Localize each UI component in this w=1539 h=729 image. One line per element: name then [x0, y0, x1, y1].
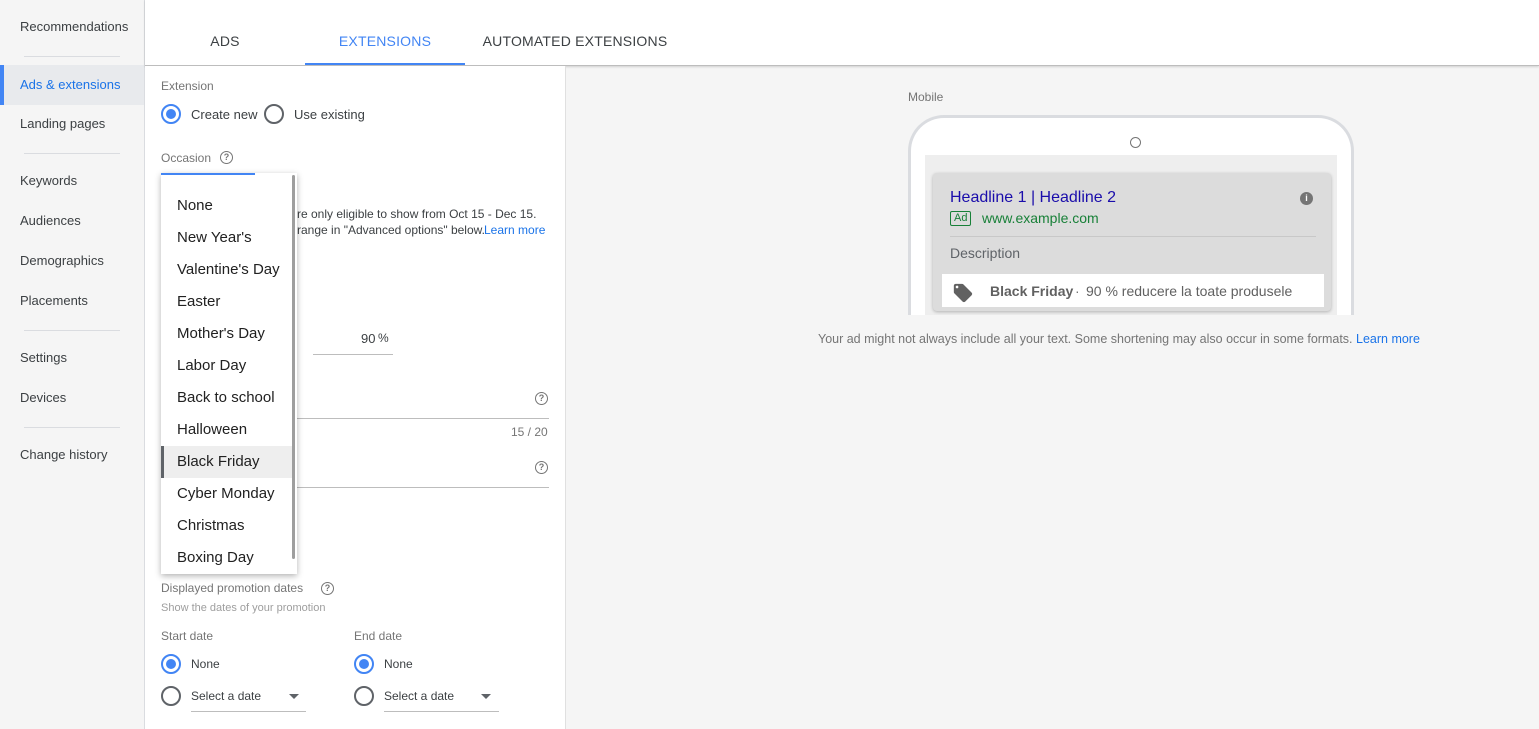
- end-date-select-radio[interactable]: [354, 686, 374, 706]
- start-date-label: Start date: [161, 629, 214, 643]
- occasion-option[interactable]: Easter: [161, 286, 292, 318]
- ad-badge: Ad: [950, 211, 972, 226]
- sidebar-item-settings[interactable]: Settings: [0, 338, 144, 378]
- end-date-none-radio[interactable]: [354, 654, 374, 674]
- occasion-option[interactable]: Labor Day: [161, 350, 292, 382]
- sidebar-divider: [24, 330, 120, 331]
- promo-occasion: Black Friday: [990, 283, 1074, 299]
- dropdown-focus-line: [161, 173, 255, 175]
- start-date-select-radio[interactable]: [161, 686, 181, 706]
- sidebar-divider: [24, 427, 120, 428]
- occasion-help-icon[interactable]: ?: [220, 151, 233, 164]
- item-help-icon[interactable]: ?: [535, 392, 548, 405]
- preview-device-label: Mobile: [908, 90, 944, 104]
- start-date-chevron-down-icon[interactable]: [289, 694, 299, 699]
- promo-separator: ·: [1075, 283, 1080, 299]
- sidebar-item-ads-extensions[interactable]: Ads & extensions: [0, 65, 144, 105]
- occasion-option[interactable]: Boxing Day: [161, 542, 292, 574]
- use-existing-radio[interactable]: [264, 104, 284, 124]
- sidebar-item-recommendations[interactable]: Recommendations: [0, 7, 144, 47]
- ad-preview-card: Headline 1 | Headline 2 Ad www.example.c…: [933, 173, 1331, 311]
- occasion-option-selected[interactable]: Black Friday: [161, 446, 292, 478]
- promo-text: 90 % reducere la toate produsele: [1086, 283, 1293, 299]
- occasion-option[interactable]: New Year's: [161, 222, 292, 254]
- dropdown-scrollbar[interactable]: [292, 175, 295, 559]
- preview-disclaimer: Your ad might not always include all you…: [818, 332, 1420, 346]
- end-date-select[interactable]: [384, 711, 499, 712]
- sidebar-item-audiences[interactable]: Audiences: [0, 201, 144, 241]
- end-date-chevron-down-icon[interactable]: [481, 694, 491, 699]
- tag-icon: [953, 283, 973, 303]
- final-url-input[interactable]: [297, 487, 549, 488]
- start-date-none-radio[interactable]: [161, 654, 181, 674]
- sidebar-divider: [24, 153, 120, 154]
- use-existing-label: Use existing: [294, 107, 365, 122]
- displayed-dates-help-icon[interactable]: ?: [321, 582, 334, 595]
- preview-learn-more-link[interactable]: Learn more: [1356, 332, 1420, 346]
- ad-divider: [950, 236, 1316, 237]
- sidebar-item-placements[interactable]: Placements: [0, 281, 144, 321]
- occasion-option[interactable]: Back to school: [161, 382, 292, 414]
- final-url-help-icon[interactable]: ?: [535, 461, 548, 474]
- ad-description: Description: [950, 245, 1021, 261]
- occasion-note-line-2: range in "Advanced options" below.: [297, 223, 485, 237]
- phone-screen: Headline 1 | Headline 2 Ad www.example.c…: [925, 155, 1337, 315]
- sidebar-item-landing-pages[interactable]: Landing pages: [0, 104, 144, 144]
- mobile-phone-frame: Headline 1 | Headline 2 Ad www.example.c…: [908, 115, 1354, 315]
- sidebar-item-keywords[interactable]: Keywords: [0, 161, 144, 201]
- start-date-none-label: None: [191, 657, 220, 671]
- ad-display-url: www.example.com: [982, 210, 1099, 226]
- occasion-option[interactable]: None: [161, 190, 292, 222]
- phone-camera-icon: [1130, 137, 1141, 148]
- displayed-dates-hint: Show the dates of your promotion: [161, 602, 326, 614]
- info-icon[interactable]: i: [1300, 192, 1313, 205]
- end-date-label: End date: [354, 629, 403, 643]
- displayed-dates-label: Displayed promotion dates: [161, 581, 304, 595]
- start-date-select[interactable]: [191, 711, 306, 712]
- sidebar-item-demographics[interactable]: Demographics: [0, 241, 144, 281]
- promotion-extension-preview: Black Friday · 90 % reducere la toate pr…: [942, 274, 1324, 307]
- occasion-learn-more-link[interactable]: Learn more: [484, 223, 545, 237]
- create-new-radio[interactable]: [161, 104, 181, 124]
- occasion-option[interactable]: Halloween: [161, 414, 292, 446]
- tab-ads[interactable]: ADS: [145, 0, 305, 65]
- item-input[interactable]: [297, 418, 549, 419]
- tab-automated-extensions[interactable]: AUTOMATED EXTENSIONS: [465, 0, 685, 65]
- occasion-option[interactable]: Valentine's Day: [161, 254, 292, 286]
- tab-bar: ADS EXTENSIONS AUTOMATED EXTENSIONS: [145, 0, 1539, 66]
- item-char-count: 15 / 20: [511, 425, 548, 439]
- occasion-option[interactable]: Cyber Monday: [161, 478, 292, 510]
- sidebar-item-devices[interactable]: Devices: [0, 378, 144, 418]
- tab-extensions[interactable]: EXTENSIONS: [305, 0, 465, 65]
- occasion-option[interactable]: Christmas: [161, 510, 292, 542]
- sidebar-divider: [24, 56, 120, 57]
- extension-label: Extension: [161, 79, 214, 93]
- start-date-select-value[interactable]: Select a date: [191, 689, 261, 703]
- occasion-note-line-1: re only eligible to show from Oct 15 - D…: [297, 207, 537, 221]
- occasion-label: Occasion: [161, 151, 212, 165]
- sidebar-item-change-history[interactable]: Change history: [0, 435, 144, 475]
- end-date-none-label: None: [384, 657, 413, 671]
- create-new-label: Create new: [191, 107, 258, 122]
- occasion-dropdown-menu[interactable]: None New Year's Valentine's Day Easter M…: [161, 173, 297, 574]
- sidebar: Recommendations Ads & extensions Landing…: [0, 0, 145, 729]
- occasion-option[interactable]: Mother's Day: [161, 318, 292, 350]
- preview-disclaimer-text: Your ad might not always include all you…: [818, 332, 1353, 346]
- percent-off-unit: %: [378, 331, 389, 345]
- end-date-select-value[interactable]: Select a date: [384, 689, 454, 703]
- ad-headline: Headline 1 | Headline 2: [950, 189, 1117, 206]
- percent-off-input[interactable]: [313, 354, 393, 355]
- percent-off-value: 90: [361, 331, 376, 346]
